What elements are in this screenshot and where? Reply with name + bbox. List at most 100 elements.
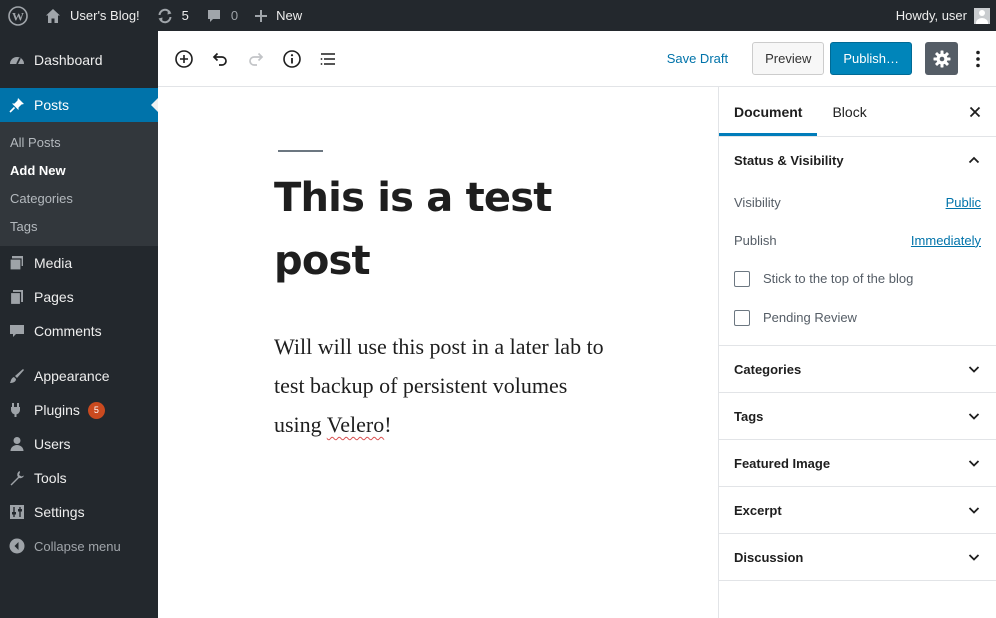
admin-bar: W User's Blog! 5 0 New Howdy, user: [0, 0, 996, 31]
submenu-add-new[interactable]: Add New: [0, 156, 158, 184]
sticky-checkbox[interactable]: [734, 270, 750, 287]
chevron-up-icon: [967, 153, 981, 167]
undo-button[interactable]: [202, 41, 238, 77]
discussion-title: Discussion: [734, 549, 804, 565]
menu-label-appearance: Appearance: [34, 368, 110, 384]
menu-label-media: Media: [34, 255, 73, 271]
comments-count: 0: [230, 8, 239, 23]
chevron-down-icon: [967, 456, 981, 470]
categories-toggle[interactable]: Categories: [719, 346, 996, 392]
save-draft-button[interactable]: Save Draft: [655, 51, 740, 66]
chevron-down-icon: [967, 550, 981, 564]
plus-icon: [255, 9, 268, 22]
tab-block[interactable]: Block: [817, 87, 881, 136]
sticky-label: Stick to the top of the blog: [763, 271, 914, 286]
menu-item-settings[interactable]: Settings: [0, 495, 158, 529]
paragraph-text: Will will use this post in a later lab t…: [274, 334, 604, 437]
pending-review-checkbox[interactable]: [734, 309, 750, 326]
list-view-icon: [320, 52, 335, 65]
plugin-icon: [8, 401, 26, 419]
pending-review-option: Pending Review: [719, 298, 996, 337]
avatar: [974, 7, 990, 24]
paragraph-text-end: !: [384, 412, 392, 437]
status-visibility-title: Status & Visibility: [734, 152, 844, 168]
menu-item-tools[interactable]: Tools: [0, 461, 158, 495]
menu-item-comments[interactable]: Comments: [0, 314, 158, 348]
close-icon: [969, 106, 981, 118]
publish-label: Publish: [734, 232, 777, 248]
menu-label-plugins: Plugins: [34, 402, 80, 418]
tab-document[interactable]: Document: [719, 87, 817, 136]
comment-bubble-icon: [207, 9, 220, 22]
misspelled-word: Velero: [326, 412, 385, 437]
content-structure-button[interactable]: [274, 41, 310, 77]
redo-button[interactable]: [238, 41, 274, 77]
more-vertical-icon: [976, 50, 980, 67]
collapse-menu-button[interactable]: Collapse menu: [0, 529, 158, 563]
publish-button[interactable]: Publish…: [830, 42, 912, 75]
redo-icon: [249, 52, 264, 66]
close-sidebar-button[interactable]: [966, 103, 984, 121]
dashboard-icon: [8, 51, 26, 69]
wordpress-logo-button[interactable]: W: [0, 0, 36, 31]
add-block-button[interactable]: [166, 41, 202, 77]
menu-item-plugins[interactable]: Plugins 5: [0, 393, 158, 427]
publish-row: Publish Immediately: [719, 221, 996, 259]
featured-image-toggle[interactable]: Featured Image: [719, 440, 996, 486]
home-icon: [46, 8, 60, 23]
add-block-icon: [175, 49, 193, 68]
excerpt-toggle[interactable]: Excerpt: [719, 487, 996, 533]
status-visibility-panel: Status & Visibility Visibility Public Pu…: [719, 137, 996, 346]
paintbrush-icon: [8, 367, 26, 385]
comments-icon: [8, 322, 26, 340]
chevron-down-icon: [967, 362, 981, 376]
pushpin-icon: [8, 96, 26, 114]
wordpress-logo-icon: W: [8, 5, 28, 26]
paragraph-block[interactable]: Will will use this post in a later lab t…: [274, 327, 604, 444]
submenu-all-posts[interactable]: All Posts: [0, 128, 158, 156]
post-title-input[interactable]: This is a test post: [274, 167, 594, 293]
svg-text:W: W: [12, 9, 24, 23]
menu-item-appearance[interactable]: Appearance: [0, 359, 158, 393]
gear-icon: [933, 50, 950, 67]
menu-label-tools: Tools: [34, 470, 67, 486]
visibility-row: Visibility Public: [719, 183, 996, 221]
plugins-update-badge: 5: [87, 401, 105, 419]
comments-link[interactable]: 0: [197, 0, 246, 31]
visibility-toggle-link[interactable]: Public: [946, 195, 981, 210]
new-content-link[interactable]: New: [246, 0, 310, 31]
menu-item-dashboard[interactable]: Dashboard: [0, 43, 158, 77]
categories-title: Categories: [734, 361, 802, 377]
pages-icon: [8, 288, 26, 306]
settings-toggle-button[interactable]: [925, 42, 958, 75]
publish-date-link[interactable]: Immediately: [911, 233, 981, 248]
excerpt-panel: Excerpt: [719, 487, 996, 534]
wrench-icon: [8, 469, 26, 487]
status-visibility-toggle[interactable]: Status & Visibility: [719, 137, 996, 183]
discussion-toggle[interactable]: Discussion: [719, 534, 996, 580]
menu-item-users[interactable]: Users: [0, 427, 158, 461]
menu-item-media[interactable]: Media: [0, 246, 158, 280]
tags-title: Tags: [734, 408, 764, 424]
preview-button[interactable]: Preview: [752, 42, 825, 75]
submenu-categories[interactable]: Categories: [0, 184, 158, 212]
settings-sliders-icon: [8, 503, 26, 521]
updates-link[interactable]: 5: [148, 0, 197, 31]
my-account-link[interactable]: Howdy, user: [888, 0, 996, 31]
featured-image-panel: Featured Image: [719, 440, 996, 487]
editor-canvas: This is a test post Will will use this p…: [158, 87, 718, 618]
site-name-link[interactable]: User's Blog!: [36, 0, 148, 31]
tags-toggle[interactable]: Tags: [719, 393, 996, 439]
sticky-option: Stick to the top of the blog: [719, 259, 996, 298]
menu-item-pages[interactable]: Pages: [0, 280, 158, 314]
menu-item-posts[interactable]: Posts: [0, 88, 158, 122]
block-navigation-button[interactable]: [310, 41, 346, 77]
editor-toolbar: Save Draft Preview Publish…: [158, 31, 996, 87]
posts-submenu: All Posts Add New Categories Tags: [0, 122, 158, 246]
visibility-label: Visibility: [734, 194, 781, 210]
submenu-tags[interactable]: Tags: [0, 212, 158, 240]
featured-image-title: Featured Image: [734, 455, 831, 471]
pending-review-label: Pending Review: [763, 310, 857, 325]
categories-panel: Categories: [719, 346, 996, 393]
more-menu-button[interactable]: [960, 41, 996, 77]
